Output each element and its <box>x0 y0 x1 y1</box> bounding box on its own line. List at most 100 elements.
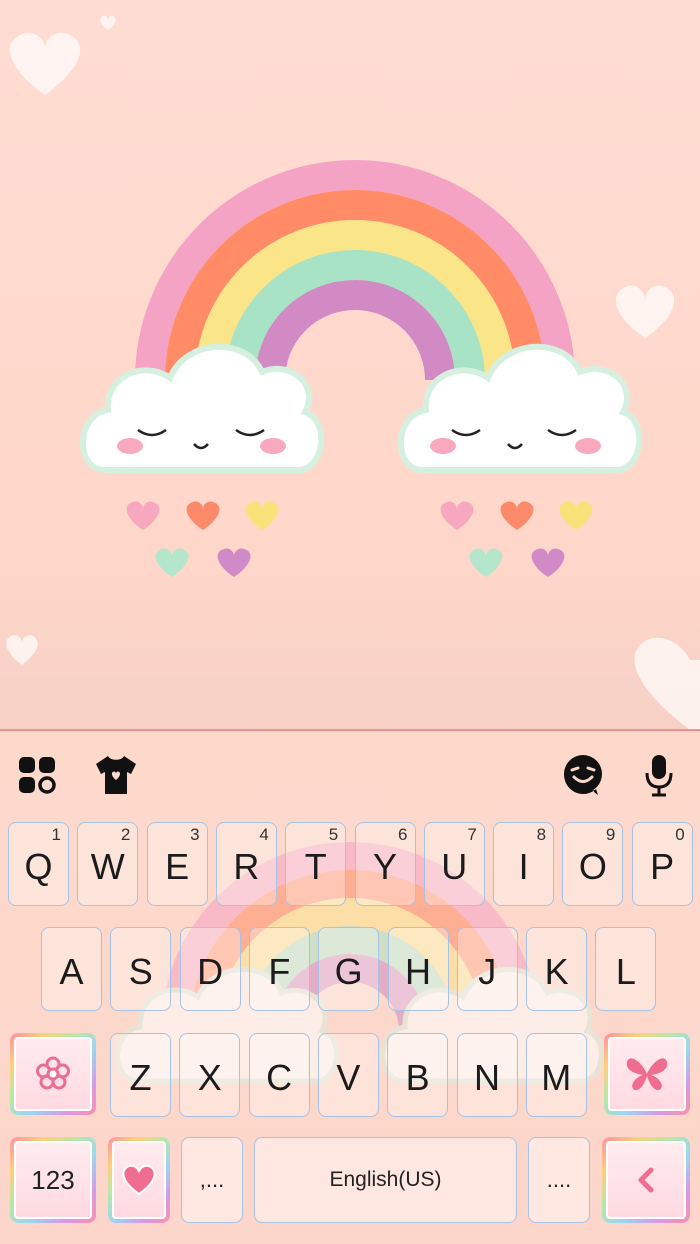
heart-drop <box>155 548 189 577</box>
enter-key[interactable] <box>602 1137 690 1223</box>
key-label: C <box>266 1057 293 1098</box>
heart-icon <box>122 1164 156 1196</box>
apps-grid-icon[interactable] <box>14 752 60 798</box>
key-c[interactable]: C <box>248 1033 310 1117</box>
numbers-key[interactable]: 123 <box>10 1137 96 1223</box>
key-label: T <box>304 846 327 887</box>
theme-shirt-icon[interactable] <box>93 752 139 798</box>
key-r[interactable]: R4 <box>215 822 277 906</box>
heart-drop <box>126 501 160 530</box>
key-label: M <box>541 1057 572 1098</box>
period-key-label: .... <box>546 1167 572 1192</box>
key-hint: 3 <box>190 825 200 844</box>
key-j[interactable]: J <box>456 927 518 1011</box>
key-label: N <box>474 1057 500 1098</box>
key-g[interactable]: G <box>318 927 380 1011</box>
numbers-key-label: 123 <box>31 1164 75 1195</box>
key-hint: 4 <box>259 825 269 844</box>
heart-decor <box>6 635 38 665</box>
heart-decor <box>100 15 116 30</box>
key-label: V <box>336 1057 361 1098</box>
space-key-label: English(US) <box>329 1168 442 1191</box>
butterfly-backspace-icon <box>626 1058 668 1091</box>
key-label: I <box>518 846 529 887</box>
key-l[interactable]: L <box>595 927 657 1011</box>
space-key[interactable]: English(US) <box>254 1137 517 1223</box>
key-label: B <box>405 1057 430 1098</box>
keyboard-screen: Q1W2E3R4T5Y6U7I8O9P0 ASDFGHJKL ZXCVBNM 1… <box>0 0 700 1244</box>
key-n[interactable]: N <box>456 1033 518 1117</box>
heart-drop <box>469 548 503 577</box>
key-label: P <box>650 846 675 887</box>
key-label: J <box>478 951 497 992</box>
rainbow-band <box>255 280 455 381</box>
heart-drop <box>559 501 593 530</box>
key-label: R <box>233 846 260 887</box>
key-label: E <box>165 846 190 887</box>
key-b[interactable]: B <box>387 1033 449 1117</box>
key-hint: 7 <box>467 825 477 844</box>
theme-wallpaper <box>0 0 700 730</box>
key-d[interactable]: D <box>179 927 241 1011</box>
key-label: Y <box>372 846 397 887</box>
key-y[interactable]: Y6 <box>354 822 416 906</box>
key-z[interactable]: Z <box>110 1033 171 1117</box>
heart-decor <box>615 285 675 338</box>
key-h[interactable]: H <box>387 927 449 1011</box>
key-label: F <box>268 951 291 992</box>
key-label: O <box>578 846 607 887</box>
backspace-key[interactable] <box>604 1033 690 1115</box>
heart-drop <box>245 501 279 530</box>
key-label: S <box>128 951 153 992</box>
shift-key[interactable] <box>10 1033 96 1115</box>
key-v[interactable]: V <box>317 1033 379 1117</box>
emoji-key[interactable] <box>108 1137 170 1223</box>
key-t[interactable]: T5 <box>285 822 347 906</box>
heart-decor <box>634 637 700 730</box>
key-e[interactable]: E3 <box>146 822 208 906</box>
heart-drop <box>217 548 251 577</box>
key-f[interactable]: F <box>248 927 310 1011</box>
key-label: D <box>197 951 224 992</box>
key-hint: 2 <box>120 825 131 844</box>
key-hint: 6 <box>398 825 408 844</box>
key-label: W <box>90 846 125 887</box>
heart-drop <box>500 501 534 530</box>
key-hint: 0 <box>675 825 685 844</box>
comma-key-label: ,... <box>199 1167 225 1192</box>
rainbow-clouds-illustration <box>6 15 700 730</box>
key-label: G <box>334 951 363 992</box>
key-q[interactable]: Q1 <box>8 822 69 906</box>
microphone-icon[interactable] <box>636 752 682 798</box>
key-label: Q <box>24 846 53 887</box>
key-label: Z <box>129 1057 152 1098</box>
key-label: L <box>615 951 636 992</box>
key-p[interactable]: P0 <box>631 822 693 906</box>
key-label: H <box>405 951 431 992</box>
heart-drop <box>186 501 220 530</box>
chevron-left-icon <box>638 1167 654 1193</box>
heart-rain <box>126 501 593 577</box>
key-label: K <box>544 951 569 992</box>
heart-drop <box>440 501 474 530</box>
key-a[interactable]: A <box>41 927 102 1011</box>
heart-decor <box>9 32 81 95</box>
key-hint: 9 <box>605 825 616 844</box>
key-w[interactable]: W2 <box>77 822 139 906</box>
key-k[interactable]: K <box>526 927 588 1011</box>
key-hint: 1 <box>51 825 61 844</box>
key-i[interactable]: I8 <box>493 822 555 906</box>
key-label: X <box>197 1057 222 1098</box>
key-s[interactable]: S <box>110 927 172 1011</box>
key-hint: 8 <box>536 825 547 844</box>
emoji-sticker-icon[interactable] <box>560 752 606 798</box>
key-m[interactable]: M <box>525 1033 587 1117</box>
comma-key[interactable]: ,... <box>181 1137 243 1223</box>
period-key[interactable]: .... <box>528 1137 590 1223</box>
key-u[interactable]: U7 <box>423 822 485 906</box>
flower-shift-icon <box>36 1056 70 1090</box>
key-hint: 5 <box>328 825 339 844</box>
heart-drop <box>531 548 565 577</box>
key-o[interactable]: O9 <box>562 822 624 906</box>
key-x[interactable]: X <box>179 1033 241 1117</box>
